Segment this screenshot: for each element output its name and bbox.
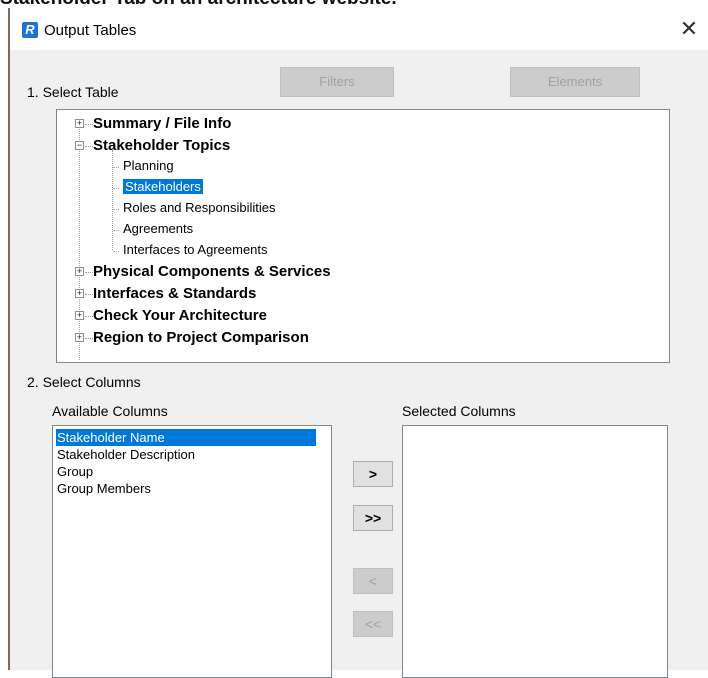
remove-all-button[interactable]: << bbox=[353, 611, 393, 637]
filters-button[interactable]: Filters bbox=[280, 67, 394, 97]
tree-connector bbox=[85, 338, 93, 339]
tree-connector bbox=[85, 294, 93, 295]
tree-node-label: Physical Components & Services bbox=[93, 263, 331, 280]
selected-columns-list[interactable] bbox=[402, 425, 668, 678]
expand-plus-icon[interactable]: + bbox=[75, 311, 84, 320]
expand-plus-icon[interactable]: + bbox=[75, 119, 84, 128]
elements-button[interactable]: Elements bbox=[510, 67, 640, 97]
tree-node-label: Check Your Architecture bbox=[93, 307, 267, 324]
add-one-button[interactable]: > bbox=[353, 461, 393, 487]
list-item[interactable]: Group bbox=[57, 463, 93, 480]
tree-child-planning[interactable]: Planning bbox=[123, 158, 174, 173]
output-tables-dialog: R Output Tables ✕ 1. Select Table Filter… bbox=[8, 8, 708, 678]
available-columns-list[interactable]: Stakeholder Name Stakeholder Description… bbox=[52, 425, 332, 678]
list-item[interactable]: Group Members bbox=[57, 480, 151, 497]
tree-child-agreements[interactable]: Agreements bbox=[123, 221, 193, 236]
tree-connector bbox=[113, 251, 119, 252]
select-columns-label: 2. Select Columns bbox=[27, 374, 141, 390]
tree-guide-line bbox=[79, 120, 80, 360]
expand-plus-icon[interactable]: + bbox=[75, 289, 84, 298]
list-item[interactable]: Stakeholder Name bbox=[56, 429, 316, 446]
tree-child-stakeholders[interactable]: Stakeholders bbox=[123, 179, 203, 194]
tree-node-label: Stakeholder Topics bbox=[93, 137, 231, 154]
tree-node-label: Region to Project Comparison bbox=[93, 329, 309, 346]
tree-connector bbox=[85, 124, 93, 125]
selected-columns-label: Selected Columns bbox=[402, 403, 516, 419]
tree-connector bbox=[85, 316, 93, 317]
tree-connector bbox=[113, 188, 119, 189]
tree-node-label: Interfaces & Standards bbox=[93, 285, 257, 302]
table-tree-view[interactable]: + Summary / File Info − Stakeholder Topi… bbox=[56, 109, 670, 363]
app-logo-icon: R bbox=[22, 22, 38, 38]
tree-connector bbox=[113, 230, 119, 231]
tree-guide-line bbox=[112, 150, 113, 250]
title-bar: R Output Tables ✕ bbox=[10, 8, 708, 50]
collapse-minus-icon[interactable]: − bbox=[75, 141, 84, 150]
tree-connector bbox=[113, 209, 119, 210]
tree-connector bbox=[113, 167, 119, 168]
available-columns-label: Available Columns bbox=[52, 403, 168, 419]
window-title: Output Tables bbox=[44, 22, 137, 39]
page-caption: Stakeholder Tab on an architecture websi… bbox=[0, 0, 708, 9]
select-table-label: 1. Select Table bbox=[27, 84, 119, 100]
list-item[interactable]: Stakeholder Description bbox=[57, 446, 195, 463]
tree-node-label: Summary / File Info bbox=[93, 115, 232, 132]
close-button[interactable]: ✕ bbox=[674, 14, 704, 44]
remove-one-button[interactable]: < bbox=[353, 568, 393, 594]
expand-plus-icon[interactable]: + bbox=[75, 333, 84, 342]
tree-connector bbox=[85, 146, 93, 147]
add-all-button[interactable]: >> bbox=[353, 505, 393, 531]
expand-plus-icon[interactable]: + bbox=[75, 267, 84, 276]
tree-child-interfaces-agreements[interactable]: Interfaces to Agreements bbox=[123, 242, 268, 257]
tree-connector bbox=[85, 272, 93, 273]
tree-child-roles[interactable]: Roles and Responsibilities bbox=[123, 200, 275, 215]
